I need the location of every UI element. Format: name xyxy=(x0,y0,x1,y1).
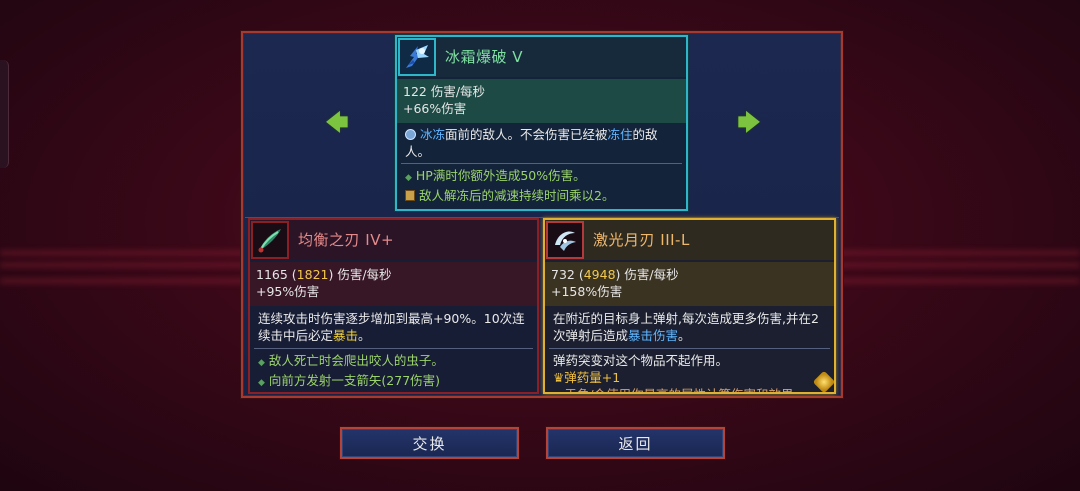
boosted-dps: 1821 xyxy=(296,267,329,282)
item-note: 弹药突变对这个物品不起作用。 xyxy=(553,353,729,368)
item-damage-bonus: +66%伤害 xyxy=(403,101,467,116)
card-separator xyxy=(401,163,682,164)
keyword-crit-damage: 暴击伤害 xyxy=(628,328,679,343)
swap-button[interactable]: 交换 xyxy=(340,427,519,459)
item-description: 连续攻击时伤害逐步增加到最高+90%。10次连续击中后必定 xyxy=(258,311,525,343)
left-item-card: 均衡之刃 IV+ 1165 (1821) 伤害/每秒 +95%伤害 连续攻击时伤… xyxy=(248,218,539,394)
ice-blast-icon xyxy=(398,38,436,76)
perk-line: 敌人解冻后的减速持续时间乘以2。 xyxy=(405,187,686,204)
item-name: 冰霜爆破 V xyxy=(445,47,524,66)
next-arrow-icon[interactable]: 🡆 xyxy=(736,113,762,135)
keyword-frozen: 冻住 xyxy=(607,127,633,142)
item-name: 均衡之刃 IV+ xyxy=(298,230,395,249)
item-dps: 122 伤害/每秒 xyxy=(403,84,486,99)
crown-icon: ♛ xyxy=(553,370,565,385)
item-damage-bonus: +95%伤害 xyxy=(256,284,320,299)
top-item-card: 冰霜爆破 V 122 伤害/每秒 +66%伤害 冰冻面前的敌人。不会伤害已经被冻… xyxy=(395,35,688,211)
perk-line: ◆ HP满时你额外造成50%伤害。 xyxy=(405,168,586,183)
item-description-end: 。 xyxy=(678,328,691,343)
keyword-crit: 暴击 xyxy=(333,328,359,343)
previous-arrow-icon[interactable]: 🡄 xyxy=(324,113,350,135)
item-description: 面前的敌人。不会伤害已经被 xyxy=(445,127,608,142)
perk-line: ◆ 向前方发射一支箭矢(277伤害) xyxy=(258,373,441,388)
perk-line: ◆ 敌人死亡时会爬出咬人的虫子。 xyxy=(258,353,444,368)
boosted-dps: 4948 xyxy=(583,267,616,282)
legendary-affix: ♛弹药量+1 xyxy=(553,370,621,385)
back-button[interactable]: 返回 xyxy=(546,427,725,459)
side-panel-tab[interactable] xyxy=(0,60,9,168)
laser-glaive-icon xyxy=(546,221,584,259)
item-name: 激光月刃 III-L xyxy=(593,230,690,249)
item-dps: 1165 (1821) 伤害/每秒 xyxy=(256,267,392,282)
card-separator xyxy=(549,348,830,349)
freeze-status-icon xyxy=(405,129,416,140)
item-description-end: 。 xyxy=(358,328,371,343)
balanced-blade-icon xyxy=(251,221,289,259)
card-separator xyxy=(254,348,533,349)
item-dps: 732 (4948) 伤害/每秒 xyxy=(551,267,679,282)
keyword-freeze: 冰冻 xyxy=(419,127,445,142)
scroll-icon xyxy=(405,190,415,201)
right-item-card: 激光月刃 III-L 732 (4948) 伤害/每秒 +158%伤害 在附近的… xyxy=(543,218,836,394)
item-damage-bonus: +158%伤害 xyxy=(551,284,623,299)
truncated-affix: • 于角/会使用你最高的属性计算伤害和效果 xyxy=(553,386,834,392)
